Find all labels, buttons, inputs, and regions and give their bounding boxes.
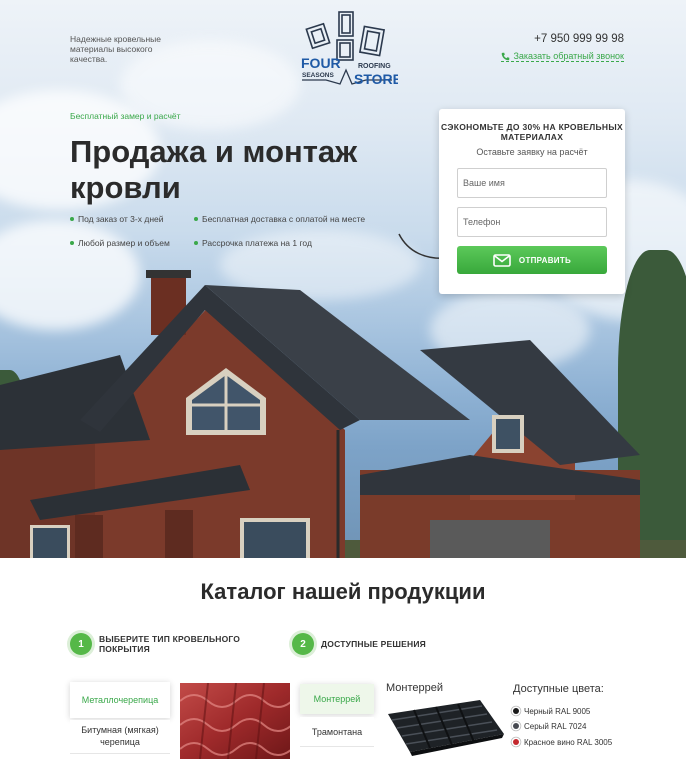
catalog-title: Каталог нашей продукции [200,579,486,604]
feature-list: Под заказ от 3-х дней Бесплатная доставк… [70,214,390,248]
feature-item: Бесплатная доставка с оплатой на месте [194,214,390,224]
submit-button[interactable]: ОТПРАВИТЬ [457,246,607,274]
color-option[interactable]: Черный RAL 9005 [513,706,590,717]
colors-title: Доступные цвета: [513,683,604,695]
logo-text-seasons: SEASONS [302,72,334,79]
feature-item: Любой размер и объем [70,238,194,248]
solution-monterrey[interactable]: Монтеррей [300,684,374,714]
submit-label: ОТПРАВИТЬ [518,255,572,265]
product-name: Монтеррей [386,682,444,694]
site-tagline: Надежные кровельные материалы высокого к… [70,34,161,64]
mail-icon [493,253,511,267]
color-name: Черный RAL 9005 [524,707,591,716]
feature-item: Рассрочка платежа на 1 год [194,238,390,248]
color-option[interactable]: Серый RAL 7024 [513,721,586,732]
logo-text-roofing: ROOFING [358,63,391,70]
step-number: 2 [292,633,314,655]
feature-label: Рассрочка платежа на 1 год [202,238,312,248]
color-option[interactable]: Красное вино RAL 3005 [513,737,613,748]
step-label: ВЫБЕРИТЕ ТИП КРОВЕЛЬНОГО ПОКРЫТИЯ [99,634,241,654]
callback-label: Заказать обратный звонок [513,51,624,61]
form-heading: СЭКОНОМЬТЕ ДО 30% НА КРОВЕЛЬНЫХ МАТЕРИАЛ… [441,122,623,142]
request-form: СЭКОНОМЬТЕ ДО 30% НА КРОВЕЛЬНЫХ МАТЕРИАЛ… [439,109,625,294]
color-swatch [513,723,519,729]
feature-label: Под заказ от 3-х дней [78,214,164,224]
metal-tile-image [180,683,290,759]
feature-label: Бесплатная доставка с оплатой на месте [202,214,366,224]
color-swatch [513,708,519,714]
product-sheet-image [388,700,504,756]
logo-text-store: STORE [354,71,398,87]
color-name: Серый RAL 7024 [524,722,587,731]
step-number: 1 [70,633,92,655]
solution-tramontana[interactable]: Трамонтана [300,717,374,747]
name-input[interactable] [457,168,607,198]
page-title: Продажа и монтаж кровли [70,134,358,205]
bullet-icon [194,217,198,221]
step-label: ДОСТУПНЫЕ РЕШЕНИЯ [321,639,426,649]
logo-icon: FOUR SEASONS ROOFING STORE [301,11,402,87]
bullet-icon [194,241,198,245]
site-logo[interactable]: FOUR SEASONS ROOFING STORE [296,10,402,96]
step-solutions: 2 ДОСТУПНЫЕ РЕШЕНИЯ [292,633,426,655]
step-choose-type: 1 ВЫБЕРИТЕ ТИП КРОВЕЛЬНОГО ПОКРЫТИЯ [70,633,269,655]
form-subheading: Оставьте заявку на расчёт [476,147,588,157]
roof-type-soft-tile[interactable]: Битумная (мягкая) черепица [70,720,170,754]
bullet-icon [70,217,74,221]
feature-label: Любой размер и объем [78,238,170,248]
phone-number[interactable]: +7 950 999 99 98 [534,33,624,45]
phone-input[interactable] [457,207,607,237]
phone-icon [502,52,510,60]
roof-type-metal-tile[interactable]: Металлочерепица [70,682,170,718]
bullet-icon [70,241,74,245]
callback-link[interactable]: Заказать обратный звонок [501,51,624,62]
feature-item: Под заказ от 3-х дней [70,214,194,224]
promo-text: Бесплатный замер и расчёт [70,111,181,121]
color-name: Красное вино RAL 3005 [524,738,613,747]
logo-text-four: FOUR [301,55,341,71]
color-swatch [513,739,519,745]
